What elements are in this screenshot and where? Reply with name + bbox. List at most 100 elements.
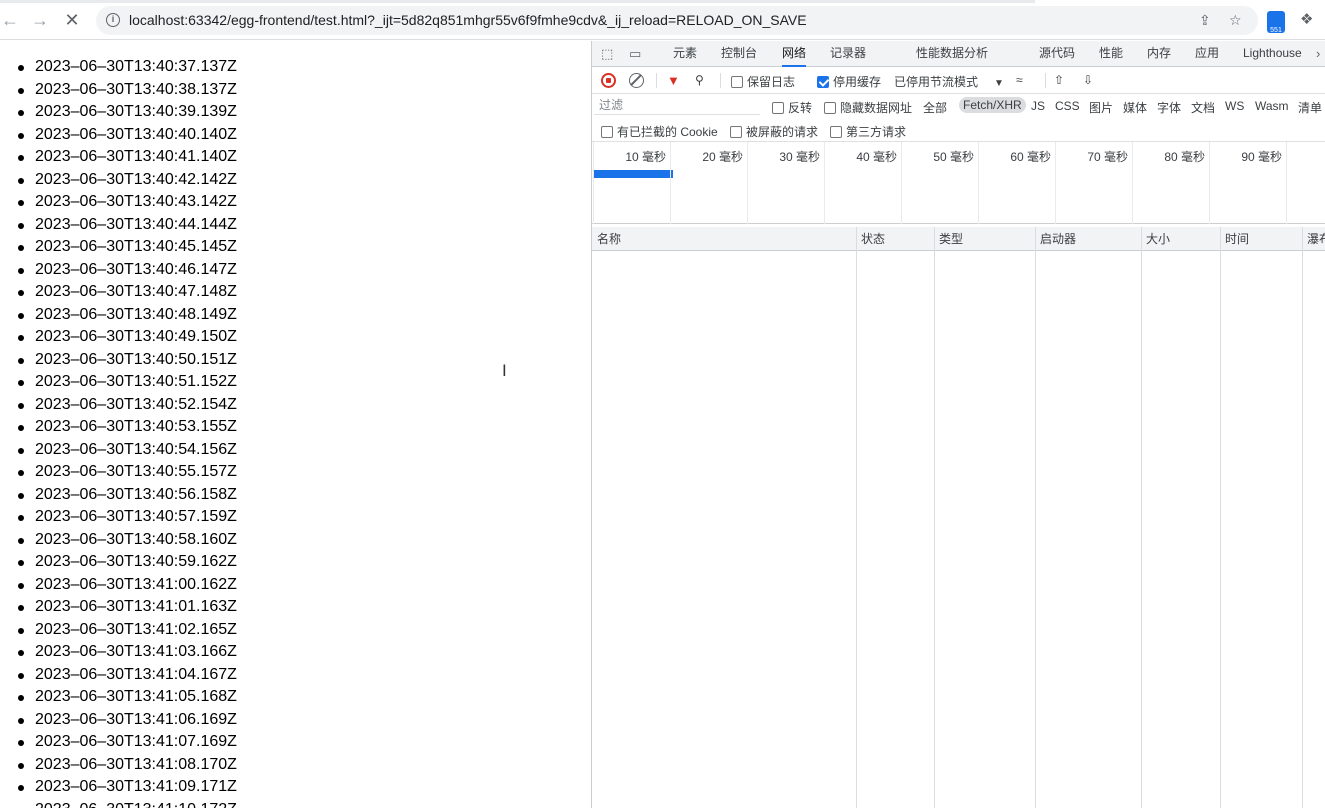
filter-type-doc[interactable]: 文档	[1191, 99, 1215, 116]
request-table-header: 名称状态类型启动器大小时间瀑布	[592, 227, 1325, 251]
list-item: 2023–06–30T13:41:02.165Z	[0, 619, 237, 642]
network-overview-timeline[interactable]: 10 毫秒 20 毫秒 30 毫秒 40 毫秒 50 毫秒 60 毫秒 70 毫秒 80 毫秒…	[592, 142, 1325, 224]
timeline-tick-label: 10 毫秒	[625, 150, 666, 164]
disable-cache-label: 停用缓存	[833, 75, 882, 89]
timeline-tick-label: 70 毫秒	[1087, 150, 1128, 164]
checkbox-icon[interactable]	[731, 76, 743, 88]
device-toolbar-icon[interactable]: ▭	[629, 46, 641, 62]
devtools-tab-bar: ⬚ ▭ 元素 控制台 网络 记录器 性能数据分析 源代码 性能 内存 应用 Li…	[592, 41, 1325, 67]
filter-type-images[interactable]: 图片	[1089, 99, 1113, 116]
tab-performance[interactable]: 性能	[1099, 41, 1123, 67]
checkbox-checked-icon[interactable]	[817, 76, 829, 88]
stop-recording-icon[interactable]	[601, 73, 616, 88]
network-toolbar: ▼ ⚲ 保留日志 停用缓存 已停用节流模式 ▼ ≈ ⇧ ⇩	[592, 67, 1325, 94]
checkbox-icon[interactable]	[830, 126, 842, 138]
clear-icon[interactable]	[629, 73, 644, 88]
tab-network[interactable]: 网络	[782, 41, 807, 67]
tab-elements[interactable]: 元素	[673, 41, 697, 67]
hide-data-urls-checkbox[interactable]: 隐藏数据网址	[824, 99, 912, 116]
filter-type-ws[interactable]: WS	[1225, 99, 1244, 113]
column-header-col-type[interactable]: 类型	[934, 227, 1035, 251]
more-tabs-chevron-icon[interactable]: ›	[1316, 46, 1320, 61]
column-divider[interactable]	[1035, 227, 1036, 808]
list-item: 2023–06–30T13:41:09.171Z	[0, 776, 237, 799]
text-cursor-icon: Ⅰ	[502, 363, 507, 380]
invert-checkbox[interactable]: 反转	[772, 99, 812, 116]
column-header-col-time[interactable]: 时间	[1220, 227, 1302, 251]
filter-type-fonts[interactable]: 字体	[1157, 99, 1181, 116]
site-info-icon[interactable]: i	[106, 13, 120, 27]
preserve-log-label: 保留日志	[747, 75, 796, 89]
filter-type-css[interactable]: CSS	[1055, 99, 1080, 113]
filter-type-wasm[interactable]: Wasm	[1255, 99, 1289, 113]
column-header-col-waterfall[interactable]: 瀑布	[1302, 227, 1325, 251]
preserve-log-checkbox[interactable]: 保留日志	[731, 73, 795, 90]
extension-icon[interactable]: 551	[1267, 11, 1285, 34]
filter-type-fetch-xhr[interactable]: Fetch/XHR	[959, 97, 1026, 113]
forward-arrow-icon[interactable]: →	[30, 10, 50, 30]
timeline-column: 70 毫秒	[1055, 142, 1132, 224]
tab-performance-insights[interactable]: 性能数据分析	[916, 41, 988, 67]
timeline-tick-label: 20 毫秒	[702, 150, 743, 164]
filter-type-all[interactable]: 全部	[923, 99, 947, 116]
column-header-col-status[interactable]: 状态	[856, 227, 934, 251]
url-text[interactable]: localhost:63342/egg-frontend/test.html?_…	[129, 12, 807, 28]
column-divider[interactable]	[1220, 227, 1221, 808]
tab-memory[interactable]: 内存	[1147, 41, 1171, 67]
filter-type-manifest[interactable]: 清单	[1298, 99, 1322, 116]
checkbox-icon[interactable]	[601, 126, 613, 138]
bookmark-star-icon[interactable]: ☆	[1229, 12, 1242, 29]
tab-sources[interactable]: 源代码	[1039, 41, 1075, 67]
list-item: 2023–06–30T13:41:04.167Z	[0, 664, 237, 687]
import-har-icon[interactable]: ⇧	[1054, 73, 1064, 87]
tab-lighthouse[interactable]: Lighthouse	[1243, 41, 1302, 67]
third-party-label: 第三方请求	[846, 125, 907, 139]
checkbox-icon[interactable]	[824, 102, 836, 114]
search-icon[interactable]: ⚲	[695, 73, 704, 87]
filter-bar: 过滤 反转 隐藏数据网址 全部 Fetch/XHR JS CSS 图片 媒体 字…	[592, 94, 1325, 119]
throttling-label: 已停用节流模式	[894, 75, 979, 89]
blocked-cookies-label: 有已拦截的 Cookie	[617, 125, 718, 139]
filter-funnel-icon[interactable]: ▼	[667, 73, 680, 88]
list-item: 2023–06–30T13:40:58.160Z	[0, 529, 237, 552]
column-header-col-name[interactable]: 名称	[592, 227, 856, 251]
dropdown-arrow-icon: ▼	[994, 78, 1004, 89]
checkbox-icon[interactable]	[730, 126, 742, 138]
share-icon[interactable]: ⇪	[1199, 12, 1211, 29]
list-item: 2023–06–30T13:40:54.156Z	[0, 439, 237, 462]
timeline-column: 80 毫秒	[1132, 142, 1209, 224]
list-item: 2023–06–30T13:40:46.147Z	[0, 259, 237, 282]
filter-type-media[interactable]: 媒体	[1123, 99, 1147, 116]
filter-type-js[interactable]: JS	[1031, 99, 1045, 113]
column-divider[interactable]	[856, 227, 857, 808]
list-item: 2023–06–30T13:41:06.169Z	[0, 709, 237, 732]
inspect-element-icon[interactable]: ⬚	[601, 46, 613, 62]
column-divider[interactable]	[934, 227, 935, 808]
address-bar[interactable]: i localhost:63342/egg-frontend/test.html…	[96, 6, 1258, 35]
tab-application[interactable]: 应用	[1195, 41, 1219, 67]
invert-label: 反转	[788, 101, 813, 115]
throttling-select[interactable]: 已停用节流模式 ▼	[894, 73, 1004, 90]
checkbox-icon[interactable]	[772, 102, 784, 114]
hide-data-urls-label: 隐藏数据网址	[840, 101, 913, 115]
tab-recorder[interactable]: 记录器	[830, 41, 866, 67]
blocked-cookies-checkbox[interactable]: 有已拦截的 Cookie	[601, 123, 718, 140]
column-header-col-initiator[interactable]: 启动器	[1035, 227, 1141, 251]
stop-loading-icon[interactable]: ✕	[62, 10, 82, 30]
tab-console[interactable]: 控制台	[721, 41, 757, 67]
list-item: 2023–06–30T13:40:49.150Z	[0, 326, 237, 349]
blocked-requests-checkbox[interactable]: 被屏蔽的请求	[730, 123, 818, 140]
extensions-puzzle-icon[interactable]: ❖	[1300, 10, 1313, 28]
column-divider[interactable]	[1302, 227, 1303, 808]
column-header-col-size[interactable]: 大小	[1141, 227, 1220, 251]
back-arrow-icon[interactable]: ←	[0, 10, 20, 30]
filter-input[interactable]: 过滤	[594, 96, 760, 115]
toolbar-divider	[1045, 73, 1046, 88]
network-conditions-icon[interactable]: ≈	[1016, 73, 1023, 87]
list-item: 2023–06–30T13:41:03.166Z	[0, 641, 237, 664]
third-party-checkbox[interactable]: 第三方请求	[830, 123, 906, 140]
timeline-column: 10	[1286, 142, 1325, 224]
disable-cache-checkbox[interactable]: 停用缓存	[817, 73, 881, 90]
export-har-icon[interactable]: ⇩	[1083, 73, 1093, 87]
column-divider[interactable]	[1141, 227, 1142, 808]
